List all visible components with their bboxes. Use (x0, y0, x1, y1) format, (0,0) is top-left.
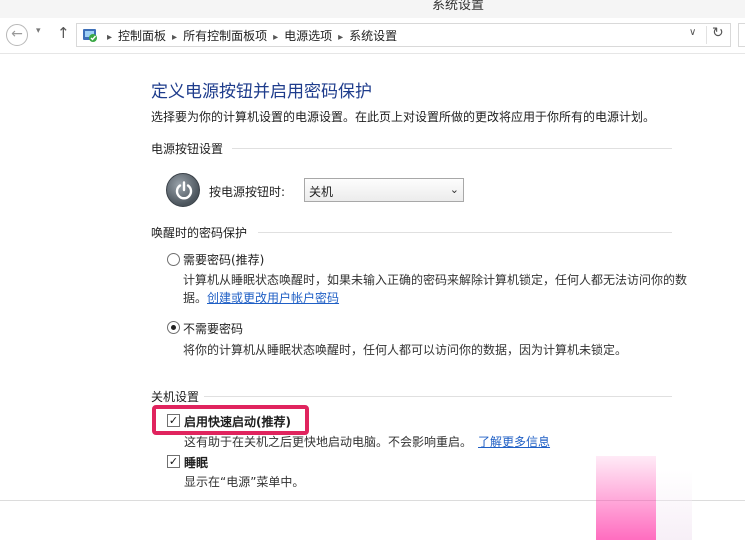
sleep-description: 显示在“电源”菜单中。 (184, 475, 305, 489)
decorative-watermark (596, 456, 656, 540)
change-password-link[interactable]: 创建或更改用户帐户密码 (207, 291, 339, 305)
sleep-checkbox[interactable]: ✓ (167, 455, 180, 468)
section-shutdown: 关机设置 (151, 390, 200, 404)
power-button-action-select[interactable]: 关机 ⌄ (304, 178, 464, 202)
address-divider (706, 26, 707, 44)
section-power-button: 电源按钮设置 (151, 142, 224, 156)
address-bar[interactable]: ▸ 控制面板 ▸ 所有控制面板项 ▸ 电源选项 ▸ 系统设置 ∨ ↻ (76, 23, 731, 47)
window-title: 系统设置 (432, 0, 485, 13)
back-button[interactable]: ← (6, 24, 28, 46)
fast-startup-description: 这有助于在关机之后更快地启动电脑。不会影响重启。 了解更多信息 (184, 433, 550, 450)
search-box-edge[interactable] (738, 23, 745, 47)
breadcrumb-power-options[interactable]: 电源选项 (284, 29, 332, 43)
navigation-bar: ← ▾ ↑ ▸ 控制面板 ▸ 所有控制面板项 ▸ 电源选项 ▸ 系统设置 ∨ ↻ (0, 18, 745, 54)
breadcrumb-separator[interactable]: ▸ (107, 32, 112, 43)
up-button[interactable]: ↑ (57, 24, 70, 42)
section-divider (232, 148, 672, 149)
address-history-dropdown[interactable]: ∨ (689, 27, 696, 38)
page-title: 定义电源按钮并启用密码保护 (151, 82, 372, 102)
breadcrumb-separator[interactable]: ▸ (172, 32, 177, 43)
section-wake-password: 唤醒时的密码保护 (151, 226, 248, 240)
power-icon (166, 173, 200, 207)
require-password-description: 计算机从睡眠状态唤醒时，如果未输入正确的密码来解除计算机锁定，任何人都无法访问你… (183, 273, 688, 287)
annotation-highlight-box (152, 405, 309, 435)
breadcrumb-separator[interactable]: ▸ (338, 32, 343, 43)
breadcrumb-all-control-panel-items[interactable]: 所有控制面板项 (183, 29, 267, 43)
require-password-description-line2: 据。创建或更改用户帐户密码 (183, 289, 339, 306)
control-panel-icon (83, 29, 97, 42)
breadcrumb-system-settings[interactable]: 系统设置 (349, 29, 397, 43)
title-bar: 系统设置 (0, 0, 745, 18)
sleep-label[interactable]: 睡眠 (184, 454, 208, 471)
breadcrumb: ▸ 控制面板 ▸ 所有控制面板项 ▸ 电源选项 ▸ 系统设置 (107, 27, 397, 44)
description-text: 这有助于在关机之后更快地启动电脑。不会影响重启。 (184, 435, 473, 449)
no-password-label[interactable]: 不需要密码 (183, 320, 243, 337)
learn-more-link[interactable]: 了解更多信息 (478, 435, 550, 449)
require-password-label[interactable]: 需要密码(推荐) (183, 251, 264, 268)
section-divider (258, 232, 672, 233)
chevron-down-icon: ⌄ (449, 183, 459, 196)
power-button-action-value: 关机 (309, 185, 334, 199)
no-password-description: 将你的计算机从睡眠状态唤醒时，任何人都可以访问你的数据，因为计算机未锁定。 (183, 343, 628, 357)
description-text: 据。 (183, 291, 208, 305)
refresh-icon[interactable]: ↻ (712, 25, 724, 41)
page-description: 选择要为你的计算机设置的电源设置。在此页上对设置所做的更改将应用于你所有的电源计… (151, 110, 656, 124)
no-password-radio[interactable] (167, 321, 180, 334)
section-divider (204, 396, 672, 397)
require-password-radio[interactable] (167, 253, 180, 266)
power-button-label: 按电源按钮时: (209, 185, 286, 199)
decorative-watermark (656, 470, 692, 540)
breadcrumb-control-panel[interactable]: 控制面板 (118, 29, 166, 43)
recent-locations-dropdown[interactable]: ▾ (36, 26, 41, 36)
breadcrumb-separator[interactable]: ▸ (273, 32, 278, 43)
